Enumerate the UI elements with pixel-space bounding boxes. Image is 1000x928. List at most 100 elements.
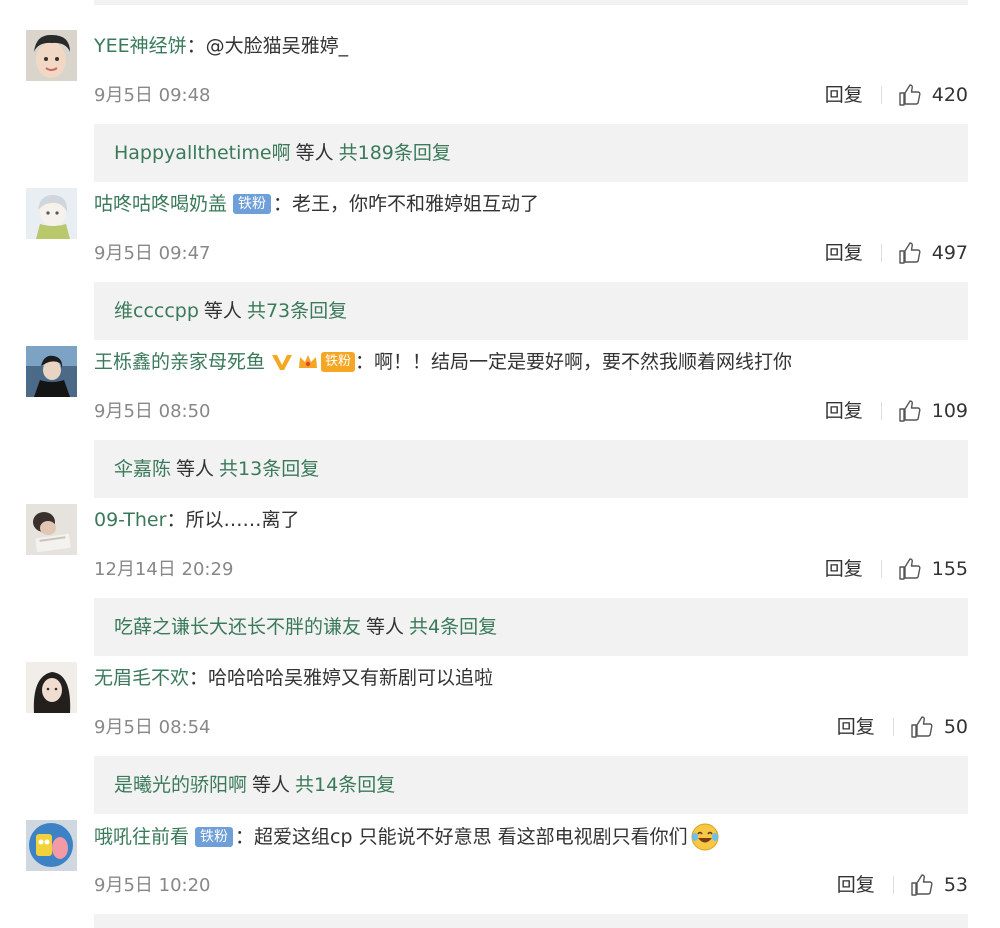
divider [880, 402, 882, 420]
username[interactable]: 咕咚咕咚喝奶盖 [94, 190, 227, 218]
reply-button[interactable]: 回复 [825, 554, 863, 584]
replies-summary [94, 914, 968, 928]
avatar[interactable] [26, 346, 77, 397]
divider [880, 244, 882, 262]
replies-summary[interactable]: 吃薛之谦长大还长不胖的谦友 等人 共4条回复 [94, 598, 968, 656]
reply-usernames[interactable]: Happyallthetime啊 [114, 142, 291, 164]
reply-middle-text: 等人 [203, 300, 242, 322]
reply-middle-text: 等人 [366, 616, 405, 638]
divider [880, 560, 882, 578]
username[interactable]: 无眉毛不欢 [94, 664, 189, 692]
comment-line: YEE神经饼： @大脸猫吴雅婷_ [94, 32, 348, 60]
reply-count-link[interactable]: 共73条回复 [247, 300, 347, 322]
comment-text: 老王，你咋不和雅婷姐互动了 [292, 193, 540, 215]
reply-middle-text: 等人 [252, 774, 291, 796]
colon: ： [235, 826, 255, 848]
avatar[interactable] [26, 504, 77, 555]
replies-summary[interactable]: 维ccccpp 等人 共73条回复 [94, 282, 968, 340]
comment-text: 啊！！结局一定是要好啊，要不然我顺着网线打你 [374, 351, 793, 373]
thumbs-up-icon [911, 716, 933, 738]
divider [892, 718, 894, 736]
divider [892, 876, 894, 894]
username[interactable]: YEE神经饼 [94, 32, 187, 60]
timestamp: 12月14日 20:29 [94, 559, 234, 580]
reply-usernames[interactable]: 吃薛之谦长大还长不胖的谦友 [114, 616, 361, 638]
comment-text-mention[interactable]: @大脸猫吴雅婷_ [206, 32, 349, 60]
reply-usernames[interactable]: 维ccccpp [114, 300, 199, 322]
comment-text: 超爱这组cp 只能说不好意思 看这部电视剧只看你们 [254, 826, 688, 848]
reply-button[interactable]: 回复 [825, 238, 863, 268]
like-button[interactable]: 420 [898, 80, 968, 110]
like-button[interactable]: 155 [898, 554, 968, 584]
username[interactable]: 09-Ther [94, 506, 166, 534]
thumbs-up-icon [899, 400, 921, 422]
divider [880, 86, 882, 104]
comment-text: 所以……离了 [185, 509, 300, 531]
fan-badge: 铁粉 [195, 827, 234, 847]
replies-summary[interactable]: Happyallthetime啊 等人 共189条回复 [94, 124, 968, 182]
like-count: 53 [943, 874, 968, 896]
comment-actions: 回复 497 [825, 238, 968, 268]
comment-item: 09-Ther：所以……离了 12月14日 20:29 回复 155 吃薛之谦长… [0, 494, 1000, 656]
reply-count-link[interactable]: 共4条回复 [409, 616, 497, 638]
thumbs-up-icon [899, 84, 921, 106]
like-count: 50 [943, 716, 968, 738]
like-count: 109 [931, 400, 968, 422]
like-count: 420 [931, 84, 968, 106]
comment-item: 无眉毛不欢：哈哈哈哈吴雅婷又有新剧可以追啦 9月5日 08:54 回复 50 是… [0, 652, 1000, 814]
like-button[interactable]: 50 [910, 712, 968, 742]
username[interactable]: 王栎鑫的亲家母死鱼 [94, 348, 265, 376]
fan-badge: 铁粉 [233, 194, 272, 214]
username[interactable]: 哦吼往前看 [94, 823, 189, 851]
comment-actions: 回复 109 [825, 396, 968, 426]
comment-line: 无眉毛不欢：哈哈哈哈吴雅婷又有新剧可以追啦 [94, 664, 493, 692]
previous-reply-box [94, 0, 968, 5]
comment-actions: 回复 420 [825, 80, 968, 110]
timestamp: 9月5日 09:47 [94, 243, 211, 264]
thumbs-up-icon [899, 242, 921, 264]
reply-count-link[interactable]: 共13条回复 [219, 458, 319, 480]
like-button[interactable]: 53 [910, 870, 968, 900]
reply-count-link[interactable]: 共14条回复 [295, 774, 395, 796]
comment-actions: 回复 50 [837, 712, 968, 742]
crown-badge-icon: 铁粉 [297, 352, 356, 372]
avatar[interactable] [26, 662, 77, 713]
like-button[interactable]: 109 [898, 396, 968, 426]
comment-actions: 回复 53 [837, 870, 968, 900]
replies-summary[interactable]: 是曦光的骄阳啊 等人 共14条回复 [94, 756, 968, 814]
timestamp: 9月5日 08:50 [94, 401, 211, 422]
avatar[interactable] [26, 188, 77, 239]
thumbs-up-icon [899, 558, 921, 580]
colon: ： [186, 35, 206, 57]
comment-line: 咕咚咕咚喝奶盖 铁粉：老王，你咋不和雅婷姐互动了 [94, 190, 539, 218]
fan-badge: 铁粉 [321, 352, 356, 372]
reply-usernames[interactable]: 是曦光的骄阳啊 [114, 774, 247, 796]
reply-usernames[interactable]: 伞嘉陈 [114, 458, 171, 480]
reply-button[interactable]: 回复 [825, 396, 863, 426]
v-verified-icon [272, 355, 293, 370]
reply-count-link[interactable]: 共189条回复 [339, 142, 451, 164]
timestamp: 9月5日 09:48 [94, 85, 211, 106]
replies-summary[interactable]: 伞嘉陈 等人 共13条回复 [94, 440, 968, 498]
like-button[interactable]: 497 [898, 238, 968, 268]
colon: ： [273, 193, 293, 215]
colon: ： [355, 351, 375, 373]
avatar[interactable] [26, 30, 77, 81]
thumbs-up-icon [911, 874, 933, 896]
comment-text: 哈哈哈哈吴雅婷又有新剧可以追啦 [208, 667, 494, 689]
colon: ： [166, 509, 186, 531]
reply-middle-text: 等人 [295, 142, 334, 164]
comment-actions: 回复 155 [825, 554, 968, 584]
comment-item: 咕咚咕咚喝奶盖 铁粉：老王，你咋不和雅婷姐互动了 9月5日 09:47 回复 49… [0, 178, 1000, 340]
avatar[interactable] [26, 820, 77, 871]
timestamp: 9月5日 10:20 [94, 875, 211, 896]
reply-button[interactable]: 回复 [825, 80, 863, 110]
reply-button[interactable]: 回复 [837, 712, 875, 742]
comment-line: 09-Ther：所以……离了 [94, 506, 299, 534]
comment-line: 王栎鑫的亲家母死鱼 铁粉 ：啊！！结局一定是要好啊，要不然我顺着网线打你 [94, 348, 792, 376]
reply-button[interactable]: 回复 [837, 870, 875, 900]
reply-middle-text: 等人 [176, 458, 215, 480]
comment-item: 哦吼往前看 铁粉：超爱这组cp 只能说不好意思 看这部电视剧只看你们 9月5日 1… [0, 810, 1000, 928]
like-count: 497 [931, 242, 968, 264]
comment-item: 王栎鑫的亲家母死鱼 铁粉 ：啊！！结局一定是要好啊，要不然我顺着网线打你 9月5… [0, 336, 1000, 498]
